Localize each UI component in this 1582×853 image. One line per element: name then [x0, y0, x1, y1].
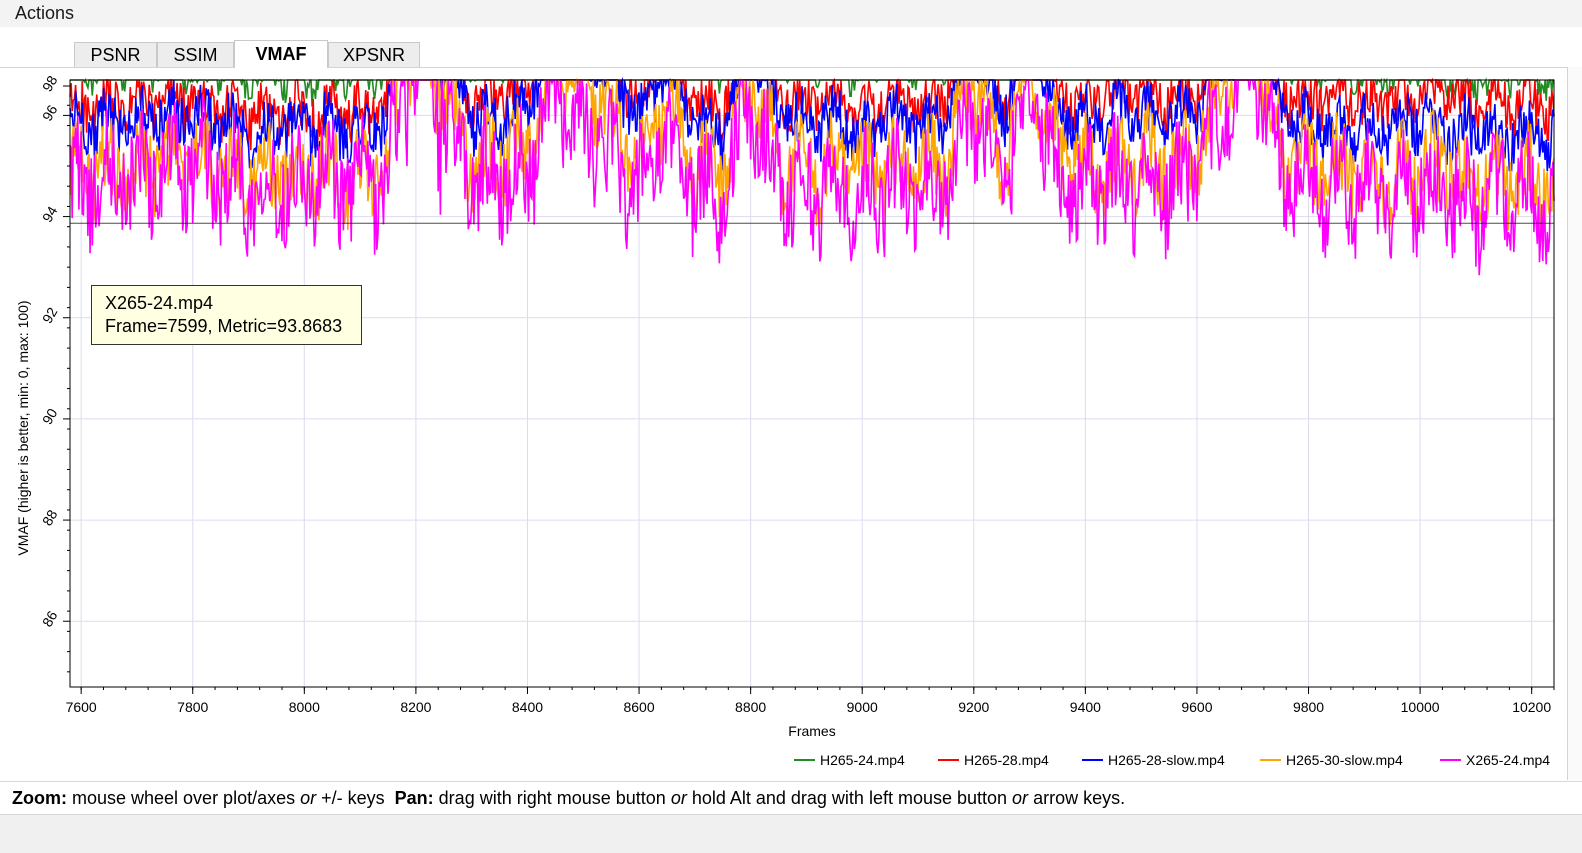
- legend-label: H265-28.mp4: [964, 752, 1049, 768]
- zoom-label: Zoom:: [12, 788, 67, 808]
- x-tick-label: 8400: [512, 699, 543, 715]
- help-status-bar: Zoom: mouse wheel over plot/axes or +/- …: [0, 781, 1582, 815]
- y-tick-label: 92: [39, 304, 61, 326]
- vmaf-chart[interactable]: 7600 7800 8000 8200 8400 8600 8800 9000 9200 9400…: [0, 68, 1566, 780]
- tab-ssim[interactable]: SSIM: [157, 42, 234, 67]
- tracker-tooltip: X265-24.mp4 Frame=7599, Metric=93.8683: [91, 285, 362, 345]
- pan-text-3: arrow keys.: [1028, 788, 1126, 808]
- pan-or-1: or: [670, 788, 687, 808]
- bottom-panel: [0, 815, 1582, 853]
- tooltip-value: Frame=7599, Metric=93.8683: [105, 316, 343, 336]
- x-tick-label: 10000: [1401, 699, 1440, 715]
- x-tick-label: 8800: [735, 699, 766, 715]
- y-axis-label: VMAF (higher is better, min: 0, max: 100…: [15, 300, 31, 555]
- tooltip-title: X265-24.mp4: [105, 293, 214, 313]
- zoom-or: or: [300, 788, 317, 808]
- x-axis-label: Frames: [788, 723, 835, 739]
- pan-label: Pan:: [394, 788, 434, 808]
- x-tick-label: 8600: [623, 699, 654, 715]
- y-tick-label: 96: [39, 102, 61, 124]
- pan-text-2: hold Alt and drag with left mouse button: [686, 788, 1013, 808]
- pan-text-1: drag with right mouse button: [433, 788, 671, 808]
- legend-label: H265-24.mp4: [820, 752, 905, 768]
- menu-actions[interactable]: Actions: [15, 3, 74, 24]
- x-tick-label: 8000: [289, 699, 320, 715]
- x-tick-label: 9800: [1293, 699, 1324, 715]
- legend-label: H265-28-slow.mp4: [1108, 752, 1225, 768]
- menu-bar: Actions: [0, 0, 1582, 27]
- y-tick-label: 90: [39, 405, 61, 427]
- y-axis: 86 88 90 92 94 96 98: [39, 73, 70, 673]
- pan-or-2: or: [1012, 788, 1029, 808]
- legend-label: H265-30-slow.mp4: [1286, 752, 1403, 768]
- x-tick-label: 9000: [847, 699, 878, 715]
- y-tick-label: 94: [39, 203, 61, 225]
- x-tick-label: 9400: [1070, 699, 1101, 715]
- y-tick-label: 88: [39, 507, 61, 529]
- y-tick-label: 98: [39, 73, 61, 95]
- x-tick-label: 9600: [1181, 699, 1212, 715]
- scrollbar[interactable]: [1568, 67, 1582, 780]
- x-axis: 7600 7800 8000 8200 8400 8600 8800 9000 9200 9400…: [66, 687, 1555, 715]
- tab-vmaf[interactable]: VMAF: [234, 40, 328, 68]
- legend: H265-24.mp4 H265-28.mp4 H265-28-slow.mp4 H2…: [794, 752, 1550, 768]
- x-tick-label: 7600: [66, 699, 97, 715]
- tab-psnr[interactable]: PSNR: [74, 42, 157, 67]
- x-tick-label: 10200: [1512, 699, 1551, 715]
- x-tick-label: 9200: [958, 699, 989, 715]
- tab-xpsnr[interactable]: XPSNR: [328, 42, 420, 67]
- y-tick-label: 86: [39, 608, 61, 630]
- zoom-text-1: mouse wheel over plot/axes: [66, 788, 301, 808]
- zoom-text-2: +/- keys: [316, 788, 395, 808]
- x-tick-label: 7800: [177, 699, 208, 715]
- x-tick-label: 8200: [400, 699, 431, 715]
- legend-label: X265-24.mp4: [1466, 752, 1550, 768]
